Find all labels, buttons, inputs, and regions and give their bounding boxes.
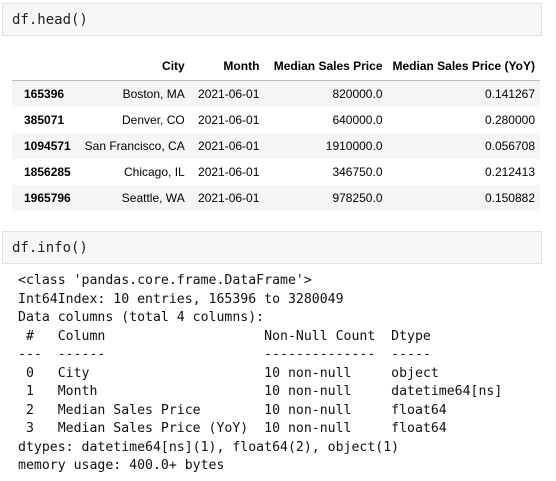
- row-index: 165396: [24, 87, 65, 101]
- cell-city: Chicago, IL: [124, 165, 185, 179]
- cell-city: San Francisco, CA: [84, 139, 185, 153]
- cell-city: Boston, MA: [122, 87, 185, 101]
- column-header-median-sales-price-yoy: Median Sales Price (YoY): [387, 51, 540, 81]
- table-row: 1094571 San Francisco, CA 2021-06-01 191…: [12, 133, 540, 159]
- output-line: 1 Month 10 non-null datetime64[ns]: [18, 384, 503, 399]
- cell-month: 2021-06-01: [198, 191, 260, 205]
- code-cell-head[interactable]: df.head(): [2, 3, 542, 36]
- cell-month: 2021-06-01: [198, 139, 260, 153]
- column-header-index: [12, 51, 77, 81]
- cell-median-sales-price: 640000.0: [332, 113, 383, 127]
- cell-month: 2021-06-01: [198, 87, 260, 101]
- row-index: 1856285: [24, 165, 71, 179]
- column-header-month: Month: [189, 51, 265, 81]
- table-row: 1856285 Chicago, IL 2021-06-01 346750.0 …: [12, 159, 540, 185]
- output-line: --- ------ -------------- -----: [18, 347, 431, 362]
- row-index: 1094571: [24, 139, 71, 153]
- code-cell-info[interactable]: df.info(): [2, 231, 542, 264]
- cell-median-sales-price: 978250.0: [332, 191, 383, 205]
- table-header-row: City Month Median Sales Price Median Sal…: [12, 51, 540, 81]
- output-line: 2 Median Sales Price 10 non-null float64: [18, 402, 447, 418]
- cell-yoy: 0.212413: [484, 165, 535, 179]
- output-line: Int64Index: 10 entries, 165396 to 328004…: [18, 291, 344, 307]
- output-line: memory usage: 400.0+ bytes: [18, 458, 225, 473]
- cell-median-sales-price: 346750.0: [332, 165, 383, 179]
- output-line: Data columns (total 4 columns):: [18, 310, 265, 325]
- output-line: # Column Non-Null Count Dtype: [18, 328, 431, 344]
- cell-median-sales-price: 1910000.0: [325, 139, 383, 153]
- table-row: 385071 Denver, CO 2021-06-01 640000.0 0.…: [12, 107, 540, 133]
- cell-city: Denver, CO: [122, 113, 185, 127]
- code-text[interactable]: df.head(): [12, 12, 88, 28]
- table-row: 1965796 Seattle, WA 2021-06-01 978250.0 …: [12, 185, 540, 211]
- cell-yoy: 0.150882: [484, 191, 535, 205]
- cell-yoy: 0.280000: [484, 113, 535, 127]
- output-line: 0 City 10 non-null object: [18, 365, 439, 381]
- output-line: <class 'pandas.core.frame.DataFrame'>: [18, 273, 312, 288]
- cell-month: 2021-06-01: [198, 165, 260, 179]
- cell-median-sales-price: 820000.0: [332, 87, 383, 101]
- code-text[interactable]: df.info(): [12, 240, 88, 256]
- output-line: 3 Median Sales Price (YoY) 10 non-null f…: [18, 421, 447, 436]
- cell-yoy: 0.141267: [484, 87, 535, 101]
- cell-month: 2021-06-01: [198, 113, 260, 127]
- output-line: dtypes: datetime64[ns](1), float64(2), o…: [18, 439, 400, 455]
- column-header-median-sales-price: Median Sales Price: [264, 51, 388, 81]
- dataframe-table: City Month Median Sales Price Median Sal…: [12, 51, 540, 211]
- table-row: 165396 Boston, MA 2021-06-01 820000.0 0.…: [12, 80, 540, 107]
- cell-yoy: 0.056708: [484, 139, 535, 153]
- row-index: 1965796: [24, 191, 71, 205]
- column-header-city: City: [76, 51, 190, 81]
- cell-city: Seattle, WA: [121, 191, 185, 205]
- row-index: 385071: [24, 113, 65, 127]
- info-output: <class 'pandas.core.frame.DataFrame'> In…: [18, 272, 502, 476]
